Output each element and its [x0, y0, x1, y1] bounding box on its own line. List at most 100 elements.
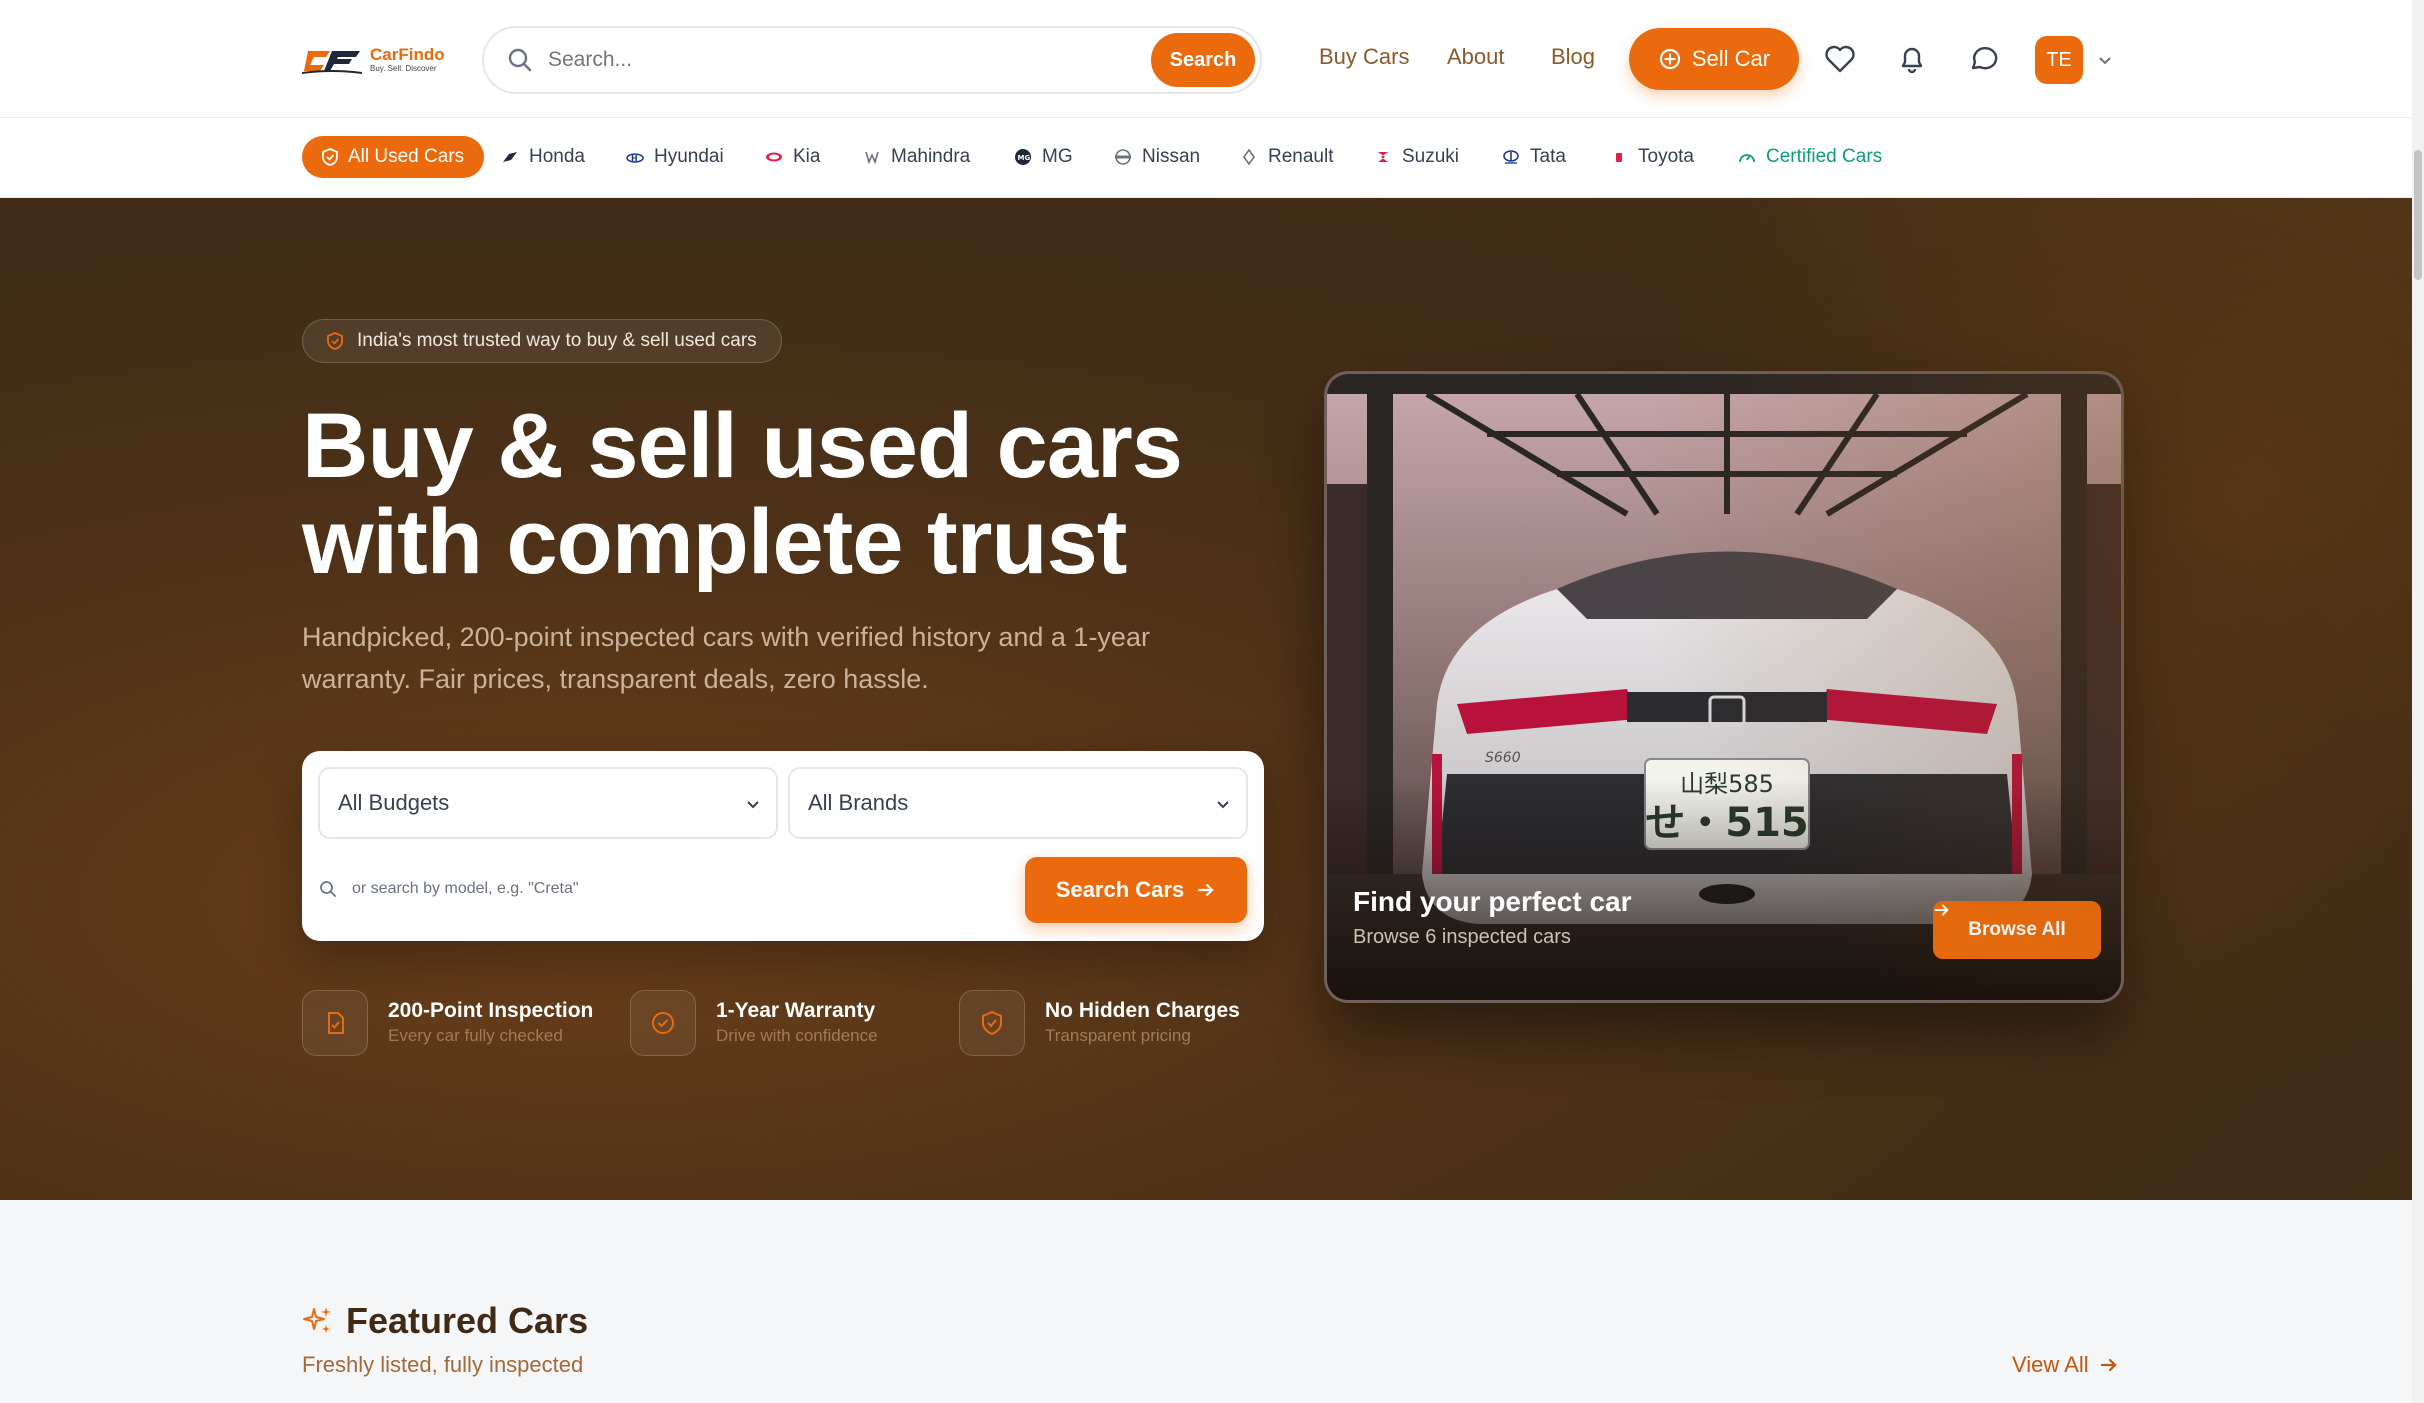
brand-select-value: All Brands [808, 790, 909, 815]
brand-label: Hyundai [654, 146, 724, 167]
view-all-label: View All [2012, 1352, 2089, 1377]
view-all-link[interactable]: View All [2012, 1352, 2119, 1378]
license-plate-bottom: せ・515 [1645, 800, 1809, 846]
brand-logo[interactable]: CarFindo Buy. Sell. Discover [302, 40, 452, 80]
bell-icon[interactable] [1895, 42, 1929, 76]
sparkles-icon [303, 1307, 331, 1333]
arrow-right-icon [1934, 904, 1949, 916]
brand-label: Mahindra [891, 146, 971, 167]
brand-tata[interactable]: Tata [1502, 146, 1566, 168]
shield-check-icon [322, 148, 338, 166]
heart-icon[interactable] [1823, 42, 1857, 76]
featured-subtitle: Freshly listed, fully inspected [302, 1352, 584, 1377]
all-used-cars-label: All Used Cars [348, 146, 465, 167]
brand-label: Toyota [1638, 146, 1694, 167]
headline-line-1: Buy & sell used cars [302, 395, 1183, 497]
sell-car-label: Sell Car [1691, 46, 1771, 71]
honda-logo-icon [503, 152, 517, 162]
feature-title: No Hidden Charges [1045, 999, 1240, 1022]
arrow-right-icon [1198, 883, 1214, 897]
feature-title: 200-Point Inspection [388, 999, 594, 1022]
toyota-logo-icon [1616, 153, 1622, 162]
search-icon [508, 48, 532, 72]
feature-no-hidden-charges: No Hidden Charges Transparent pricing [959, 990, 1240, 1056]
trust-badge: India's most trusted way to buy & sell u… [302, 319, 782, 363]
certified-cars-label: Certified Cars [1766, 146, 1883, 167]
kia-logo-icon [766, 152, 782, 162]
brand-filter-bar: All Used Cars Honda H Hyundai Kia Mahind… [0, 118, 2424, 198]
plus-circle-icon [1659, 48, 1680, 70]
feature-inspection: 200-Point Inspection Every car fully che… [302, 990, 593, 1056]
all-used-cars-chip[interactable]: All Used Cars [302, 136, 485, 178]
browse-all-label: Browse All [1968, 919, 2066, 940]
brand-label: Kia [793, 146, 821, 167]
nissan-logo-icon [1115, 149, 1131, 165]
budget-select-value: All Budgets [338, 790, 450, 815]
brand-suzuki[interactable]: Suzuki [1374, 146, 1459, 168]
brand-label: Tata [1530, 146, 1566, 167]
logo-name: CarFindo [370, 45, 445, 64]
nav-buy-cars[interactable]: Buy Cars [1319, 44, 1409, 70]
feature-title: 1-Year Warranty [716, 999, 876, 1022]
brand-kia[interactable]: Kia [765, 146, 820, 168]
photo-card-subtitle: Browse 6 inspected cars [1353, 926, 1571, 948]
hero-headline: Buy & sell used cars with complete trust [302, 398, 1202, 590]
user-avatar[interactable]: TE [2035, 36, 2083, 84]
search-cars-label: Search Cars [1055, 877, 1185, 902]
chat-icon[interactable] [1967, 42, 2001, 76]
arrow-right-icon [2100, 1358, 2117, 1372]
brand-mg[interactable]: MG MG [1014, 146, 1073, 168]
shield-check-icon [959, 990, 1025, 1056]
nav-blog[interactable]: Blog [1551, 44, 1595, 70]
search-icon [320, 881, 336, 897]
chevron-down-icon [1217, 801, 1229, 809]
brand-renault[interactable]: Renault [1240, 146, 1334, 168]
brand-honda[interactable]: Honda [501, 146, 585, 168]
license-plate-top: 山梨585 [1680, 770, 1774, 798]
budget-select[interactable]: All Budgets [318, 767, 778, 839]
brand-label: Renault [1268, 146, 1334, 167]
nav-about[interactable]: About [1447, 44, 1505, 70]
svg-text:MG: MG [1018, 154, 1031, 162]
chevron-down-icon[interactable] [2095, 50, 2115, 70]
brand-label: Honda [529, 146, 585, 167]
brand-hyundai[interactable]: H Hyundai [626, 146, 724, 168]
search-cars-button[interactable]: Search Cars [1025, 857, 1247, 923]
featured-cars-section: Featured Cars Freshly listed, fully insp… [0, 1200, 2424, 1403]
brand-label: MG [1042, 146, 1073, 167]
search-input[interactable] [548, 48, 1151, 72]
browse-all-button[interactable]: Browse All [1933, 901, 2101, 959]
chevron-down-icon [747, 801, 759, 809]
logo-tagline: Buy. Sell. Discover [370, 64, 437, 73]
mg-logo-icon: MG [1015, 149, 1031, 165]
brand-toyota[interactable]: Toyota [1610, 146, 1694, 168]
photo-card-title: Find your perfect car [1353, 886, 1632, 917]
search-button[interactable]: Search [1151, 33, 1255, 87]
hero-subcopy: Handpicked, 200-point inspected cars wit… [302, 622, 1150, 694]
featured-header: Featured Cars [302, 1300, 588, 1342]
tata-logo-icon [1503, 150, 1519, 164]
certified-cars-link[interactable]: Certified Cars [1738, 146, 1882, 168]
scrollbar-thumb[interactable] [2414, 150, 2422, 280]
featured-title: Featured Cars [346, 1300, 589, 1341]
model-search-placeholder: or search by model, e.g. "Creta" [352, 880, 579, 897]
model-search-field[interactable]: or search by model, e.g. "Creta" [318, 869, 998, 909]
renault-logo-icon [1243, 148, 1255, 166]
brand-nissan[interactable]: Nissan [1114, 146, 1200, 168]
top-navbar: CarFindo Buy. Sell. Discover Search Buy … [0, 0, 2424, 118]
feature-subtitle: Drive with confidence [716, 1026, 878, 1045]
car-search-card: All Budgets All Brands or search by mode… [302, 751, 1264, 941]
hyundai-logo-icon: H [626, 153, 644, 163]
brand-mahindra[interactable]: Mahindra [863, 146, 970, 168]
sell-car-button[interactable]: Sell Car [1629, 28, 1799, 90]
suzuki-logo-icon [1378, 152, 1388, 162]
document-check-icon [302, 990, 368, 1056]
feature-subtitle: Transparent pricing [1045, 1026, 1191, 1045]
logo-mark-icon [302, 51, 363, 74]
gauge-icon [1739, 154, 1755, 163]
trust-badge-text: India's most trusted way to buy & sell u… [357, 330, 757, 351]
brand-select[interactable]: All Brands [788, 767, 1248, 839]
brand-label: Suzuki [1402, 146, 1460, 167]
featured-car-card[interactable]: S660 山梨585 せ・515 Find your perfect car B… [1324, 371, 2124, 1003]
feature-subtitle: Every car fully checked [388, 1026, 563, 1045]
